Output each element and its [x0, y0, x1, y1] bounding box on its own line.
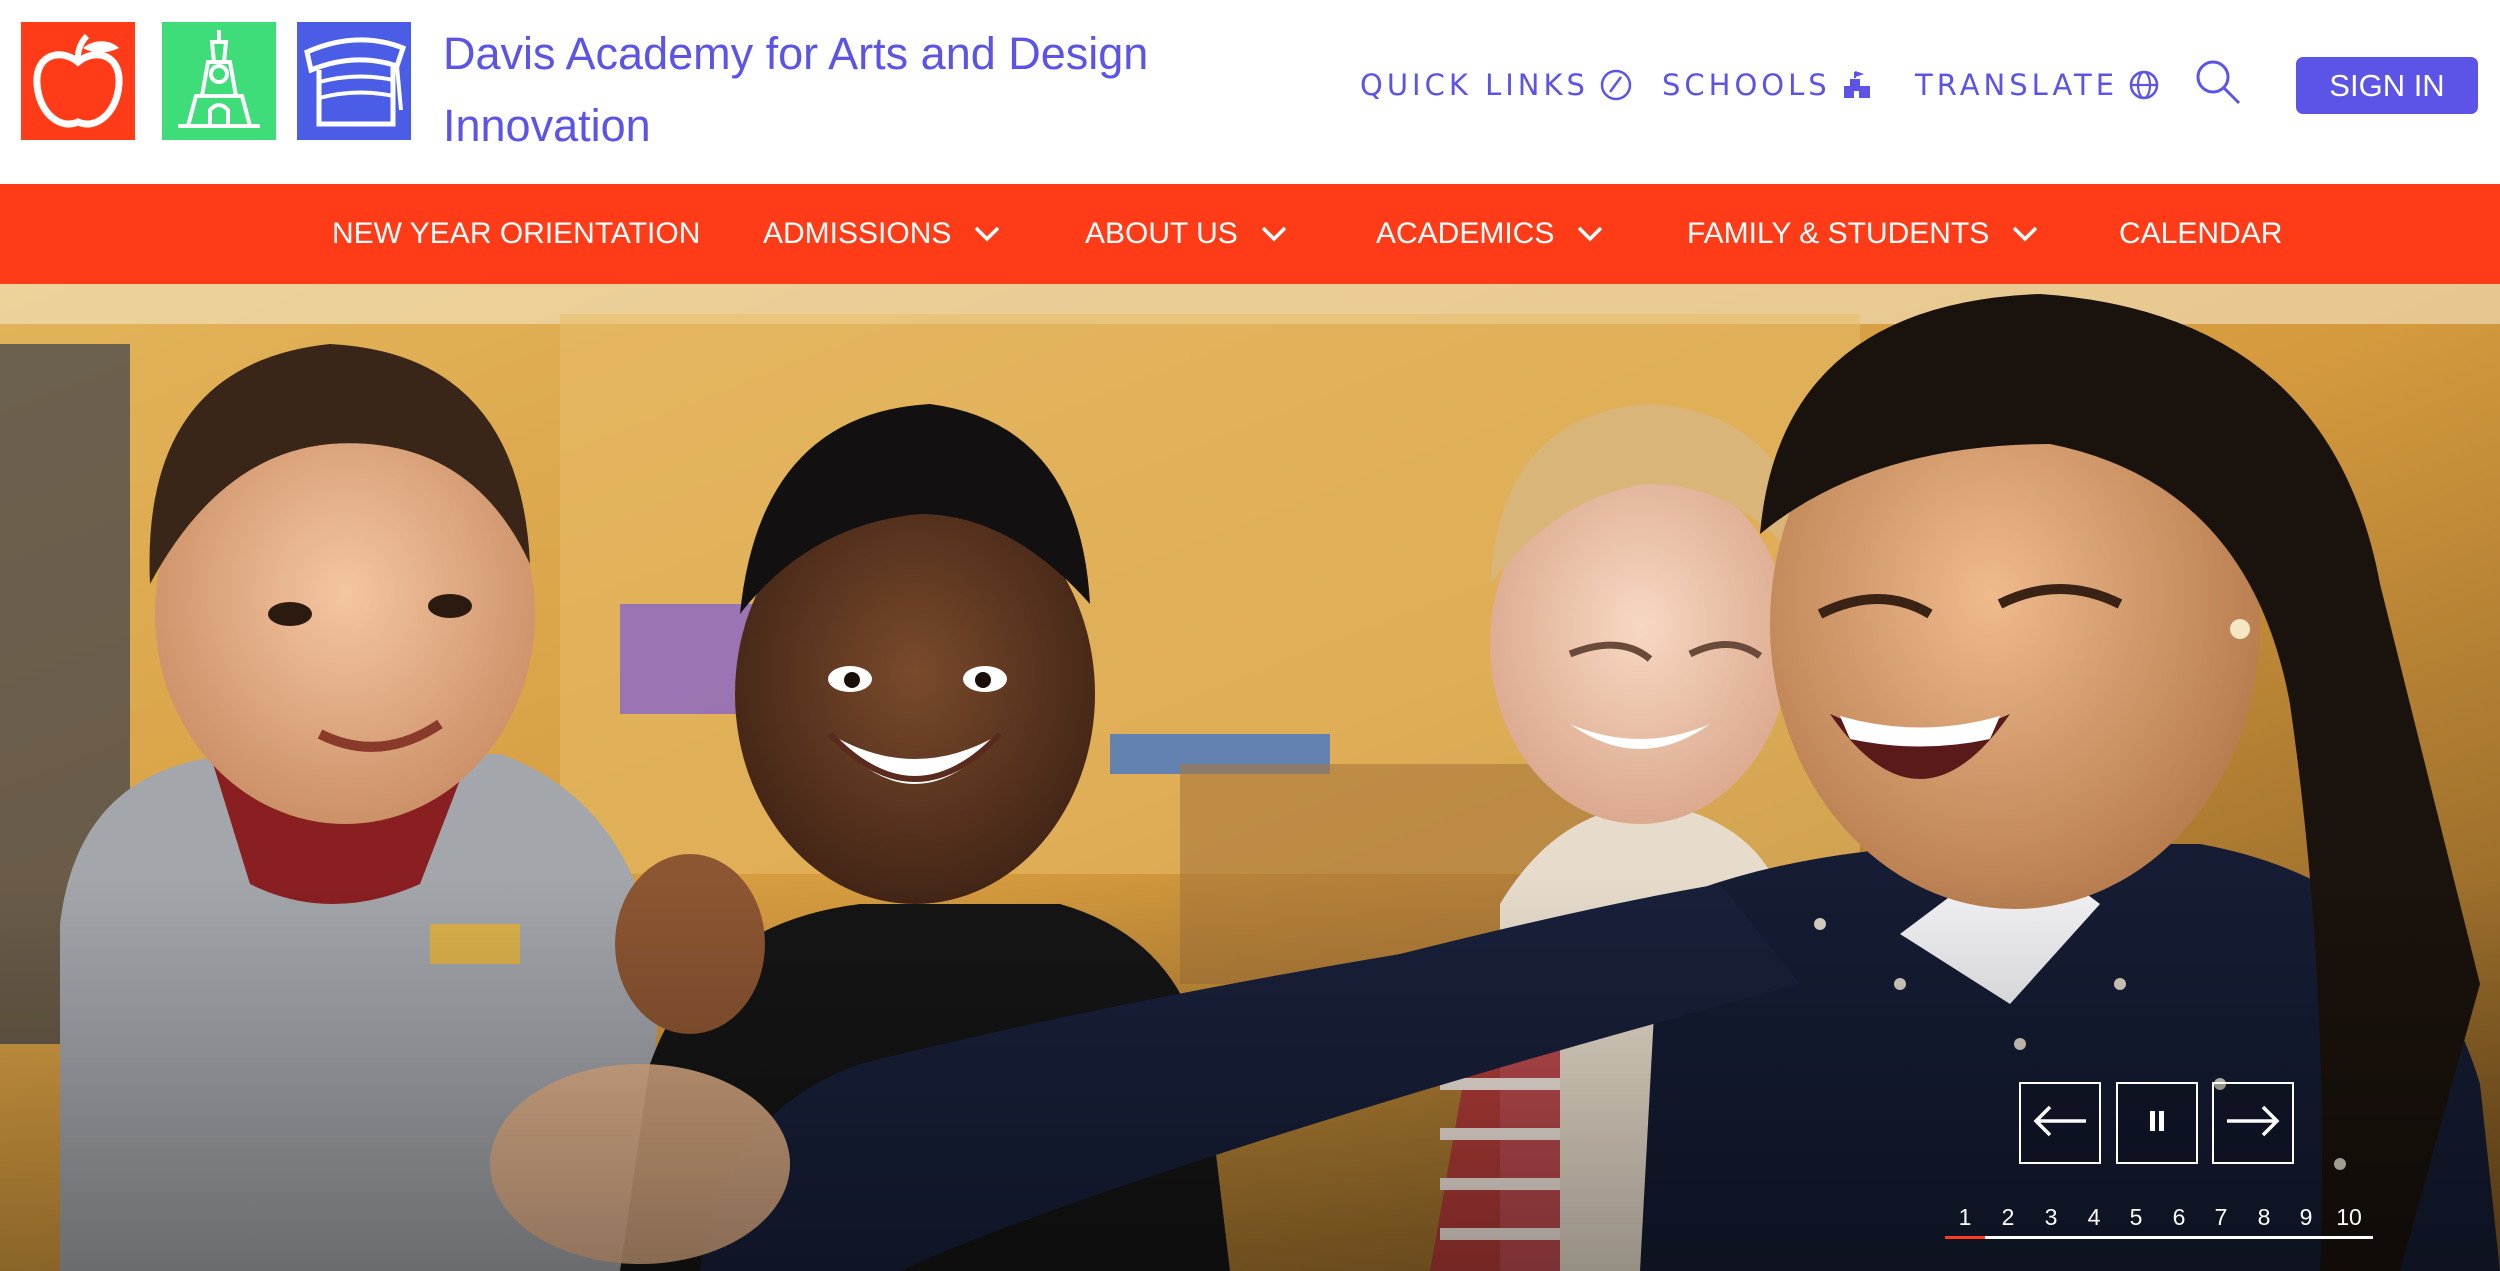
- hero-carousel: 1 2 3 4 5 6 7 8 9 10: [0, 284, 2500, 1271]
- pagination-track: [1945, 1236, 2373, 1239]
- nav-label: ADMISSIONS: [763, 217, 952, 250]
- arrow-left-icon: [2032, 1105, 2088, 1142]
- carousel-dot[interactable]: 8: [2246, 1200, 2282, 1234]
- carousel-prev-button[interactable]: [2019, 1082, 2101, 1164]
- carousel-dot[interactable]: 7: [2203, 1200, 2239, 1234]
- carousel-dot[interactable]: 9: [2288, 1200, 2324, 1234]
- carousel-dot[interactable]: 5: [2118, 1200, 2154, 1234]
- search-icon: [2194, 58, 2242, 113]
- check-circle-icon: [1599, 68, 1633, 102]
- chevron-down-icon[interactable]: [1260, 225, 1288, 243]
- chevron-down-icon[interactable]: [973, 225, 1001, 243]
- carousel-pause-button[interactable]: [2116, 1082, 2198, 1164]
- nav-label: ABOUT US: [1085, 217, 1238, 250]
- nav-label: ACADEMICS: [1376, 217, 1555, 250]
- sign-in-button[interactable]: SIGN IN: [2296, 57, 2478, 114]
- nav-item-about-us[interactable]: ABOUT US: [1085, 184, 1288, 284]
- nav-item-calendar[interactable]: CALENDAR: [2119, 184, 2282, 284]
- nav-label: CALENDAR: [2119, 217, 2283, 250]
- carousel-dot[interactable]: 6: [2161, 1200, 2197, 1234]
- translate-label: TRANSLATE: [1915, 68, 2119, 102]
- nav-label: NEW YEAR ORIENTATION: [332, 217, 701, 250]
- nav-item-new-year-orientation[interactable]: NEW YEAR ORIENTATION: [332, 184, 700, 284]
- site-title-line2: Innovation: [443, 100, 651, 151]
- carousel-dot[interactable]: 2: [1990, 1200, 2026, 1234]
- carousel-dot[interactable]: 1: [1947, 1200, 1983, 1234]
- site-title-line1: Davis Academy for Arts and Design: [443, 28, 1149, 79]
- pagination-active-indicator: [1945, 1236, 1985, 1239]
- school-building-icon: [1841, 69, 1873, 101]
- schools-label: SCHOOLS: [1662, 68, 1831, 102]
- main-nav: NEW YEAR ORIENTATION ADMISSIONS ABOUT US…: [0, 184, 2500, 284]
- carousel-pagination: 1 2 3 4 5 6 7 8 9 10: [1945, 1200, 2373, 1240]
- site-header: Davis Academy for Arts and Design Innova…: [0, 0, 2500, 184]
- carousel-next-button[interactable]: [2212, 1082, 2294, 1164]
- pause-icon: [2149, 1110, 2165, 1137]
- chevron-down-icon[interactable]: [1576, 225, 1604, 243]
- quick-links-label: QUICK LINKS: [1360, 68, 1589, 102]
- globe-icon: [2128, 69, 2160, 101]
- search-button[interactable]: [2194, 60, 2242, 110]
- nav-label: FAMILY & STUDENTS: [1687, 217, 1990, 250]
- schools-button[interactable]: SCHOOLS: [1662, 60, 1873, 110]
- carousel-dot[interactable]: 4: [2076, 1200, 2112, 1234]
- chevron-down-icon[interactable]: [2011, 225, 2039, 243]
- nav-item-family-students[interactable]: FAMILY & STUDENTS: [1687, 184, 2039, 284]
- arrow-right-icon: [2225, 1105, 2281, 1142]
- apple-logo[interactable]: [21, 22, 135, 140]
- quick-links-button[interactable]: QUICK LINKS: [1360, 60, 1633, 110]
- translate-button[interactable]: TRANSLATE: [1915, 60, 2160, 110]
- nav-item-academics[interactable]: ACADEMICS: [1376, 184, 1604, 284]
- site-title[interactable]: Davis Academy for Arts and Design Innova…: [443, 18, 1203, 162]
- cap-logo[interactable]: [297, 22, 411, 140]
- carousel-dot[interactable]: 10: [2331, 1200, 2367, 1234]
- tower-logo[interactable]: [162, 22, 276, 140]
- carousel-dot[interactable]: 3: [2033, 1200, 2069, 1234]
- nav-item-admissions[interactable]: ADMISSIONS: [763, 184, 1001, 284]
